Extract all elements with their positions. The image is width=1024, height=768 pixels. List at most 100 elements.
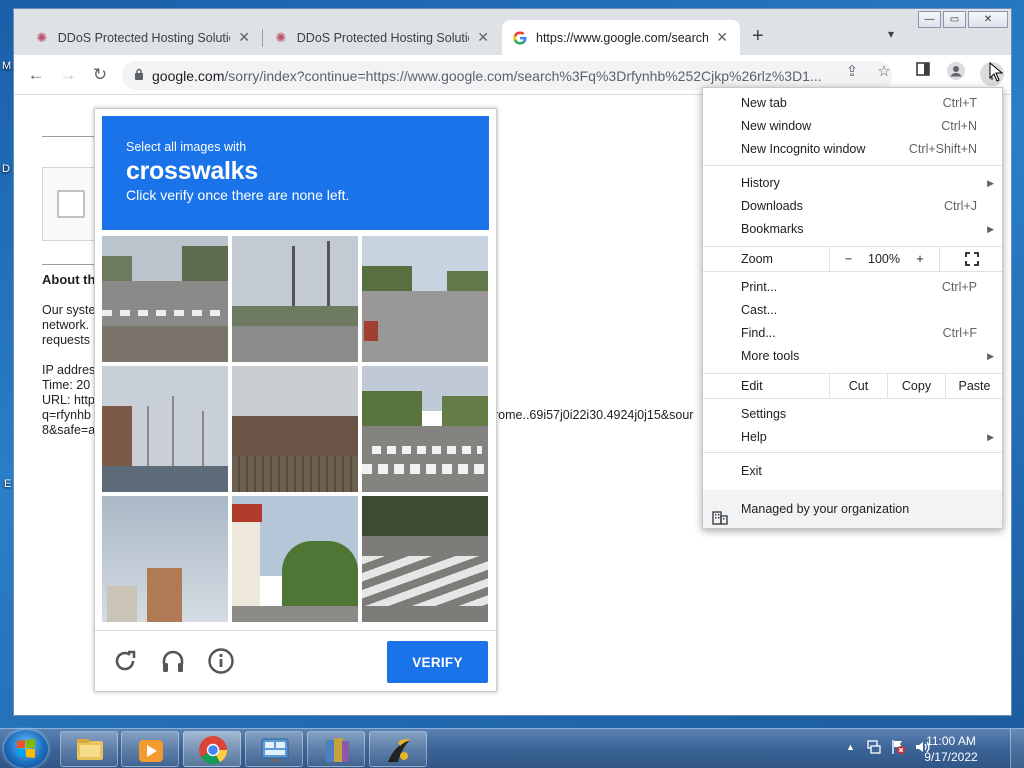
body-line: network.: [42, 318, 90, 332]
tab-title: DDoS Protected Hosting Solution: [57, 30, 231, 45]
fullscreen-icon[interactable]: [939, 247, 1003, 271]
menu-cast[interactable]: Cast...: [703, 299, 1002, 322]
menu-more-tools[interactable]: More tools ▶: [703, 345, 1002, 368]
menu-label: New window: [741, 119, 812, 133]
action-center-flag-icon[interactable]: [890, 739, 906, 758]
taskbar-clock[interactable]: 11:00 AM 9/17/2022: [921, 733, 981, 765]
address-bar[interactable]: google.com/sorry/index?continue=https://…: [122, 61, 892, 90]
image-tile-marina[interactable]: [102, 366, 228, 492]
building-icon: [712, 502, 728, 540]
image-tile-house-roof[interactable]: [232, 366, 358, 492]
menu-help[interactable]: Help ▶: [703, 426, 1002, 449]
image-tile-apartments[interactable]: [102, 496, 228, 622]
menu-label: Zoom: [741, 252, 773, 266]
tab-1[interactable]: ✺ DDoS Protected Hosting Solution ✕: [24, 20, 262, 55]
menu-downloads[interactable]: Downloads Ctrl+J: [703, 195, 1002, 218]
url-host: google.com: [152, 67, 225, 84]
taskbar-control-panel-icon[interactable]: [245, 731, 303, 767]
url-text: google.com/sorry/index?continue=https://…: [152, 68, 842, 84]
menu-exit[interactable]: Exit: [703, 460, 1002, 483]
info-icon[interactable]: [207, 647, 235, 675]
body-line: requests: [42, 333, 90, 347]
submenu-arrow-icon: ▶: [987, 432, 994, 442]
close-tab-icon[interactable]: ✕: [714, 29, 730, 46]
image-tile-power-poles[interactable]: [232, 236, 358, 362]
image-tile-crosswalk-closeup[interactable]: [362, 496, 488, 622]
desktop-icon-fragment: D: [2, 163, 10, 175]
tab-2[interactable]: ✺ DDoS Protected Hosting Solution ✕: [263, 20, 501, 55]
about-heading: About th: [42, 272, 96, 287]
menu-label: Downloads: [741, 199, 803, 213]
side-panel-icon[interactable]: [913, 62, 933, 80]
tab-search-chevron-icon[interactable]: ▾: [888, 27, 894, 41]
submenu-arrow-icon: ▶: [987, 351, 994, 361]
maximize-button[interactable]: ▭: [943, 11, 966, 28]
menu-shortcut: Ctrl+T: [942, 96, 977, 110]
image-tile-house-trees[interactable]: [232, 496, 358, 622]
bookmark-star-icon[interactable]: ☆: [874, 62, 894, 80]
zoom-in-button[interactable]: +: [901, 247, 939, 271]
cut-button[interactable]: Cut: [829, 374, 887, 398]
reload-page-icon[interactable]: ↻: [88, 63, 112, 87]
challenge-subtext: Click verify once there are none left.: [126, 187, 350, 203]
menu-print[interactable]: Print... Ctrl+P: [703, 276, 1002, 299]
close-window-button[interactable]: ✕: [968, 11, 1008, 28]
taskbar-app-icon[interactable]: [369, 731, 427, 767]
challenge-instruction: Select all images with: [126, 140, 247, 154]
new-tab-icon[interactable]: +: [752, 25, 764, 48]
taskbar: ▲ 11:00 AM 9/17/2022: [0, 728, 1024, 768]
managed-by-org-item[interactable]: Managed by your organization: [703, 490, 1002, 528]
minimize-button[interactable]: —: [918, 11, 941, 28]
share-icon[interactable]: ⇪: [842, 62, 862, 80]
mouse-cursor-icon: [989, 62, 1003, 82]
show-hidden-icons-icon[interactable]: ▲: [846, 742, 855, 752]
back-arrow-icon[interactable]: ←: [24, 63, 48, 87]
recaptcha-challenge: Select all images with crosswalks Click …: [94, 108, 497, 692]
taskbar-chrome-icon[interactable]: [183, 731, 241, 767]
submenu-arrow-icon: ▶: [987, 224, 994, 234]
menu-label: More tools: [741, 349, 800, 363]
close-tab-icon[interactable]: ✕: [475, 29, 491, 46]
network-icon[interactable]: [866, 739, 882, 758]
menu-new-tab[interactable]: New tab Ctrl+T: [703, 92, 1002, 115]
menu-shortcut: Ctrl+J: [944, 199, 977, 213]
reload-icon[interactable]: [111, 647, 139, 675]
browser-window: ✺ DDoS Protected Hosting Solution ✕ ✺ DD…: [13, 8, 1012, 716]
tab-3-active[interactable]: https://www.google.com/search?q ✕: [502, 20, 740, 55]
body-line: URL: http: [42, 393, 95, 407]
copy-button[interactable]: Copy: [887, 374, 945, 398]
profile-avatar-icon[interactable]: [946, 62, 966, 84]
image-tile-street-crosswalk[interactable]: [102, 236, 228, 362]
start-button[interactable]: [4, 730, 48, 768]
taskbar-archive-icon[interactable]: [307, 731, 365, 767]
menu-find[interactable]: Find... Ctrl+F: [703, 322, 1002, 345]
close-tab-icon[interactable]: ✕: [236, 29, 252, 46]
divider: [42, 136, 102, 137]
menu-shortcut: Ctrl+Shift+N: [908, 142, 977, 156]
forward-arrow-icon[interactable]: →: [56, 63, 80, 87]
menu-label: Bookmarks: [741, 222, 804, 236]
show-desktop-button[interactable]: [1010, 729, 1024, 768]
menu-bookmarks[interactable]: Bookmarks ▶: [703, 218, 1002, 241]
image-tile-highway[interactable]: [362, 236, 488, 362]
headphones-icon[interactable]: [159, 647, 187, 675]
menu-new-incognito[interactable]: New Incognito window Ctrl+Shift+N: [703, 138, 1002, 161]
menu-separator: [703, 165, 1002, 166]
tab-strip: ✺ DDoS Protected Hosting Solution ✕ ✺ DD…: [14, 9, 1011, 55]
image-tile-intersection-crosswalk[interactable]: [362, 366, 488, 492]
taskbar-explorer-icon[interactable]: [60, 731, 118, 767]
clock-time: 11:00 AM: [926, 734, 976, 748]
recaptcha-checkbox[interactable]: [57, 190, 85, 218]
taskbar-media-player-icon[interactable]: [121, 731, 179, 767]
menu-edit-row: Edit Cut Copy Paste: [703, 373, 1002, 399]
menu-label: Settings: [741, 407, 787, 421]
menu-settings[interactable]: Settings: [703, 403, 1002, 426]
verify-button[interactable]: VERIFY: [387, 641, 488, 683]
zoom-out-button[interactable]: −: [829, 247, 867, 271]
menu-new-window[interactable]: New window Ctrl+N: [703, 115, 1002, 138]
paste-button[interactable]: Paste: [945, 374, 1003, 398]
menu-label: Exit: [741, 464, 762, 478]
zoom-level: 100%: [868, 252, 900, 266]
menu-history[interactable]: History ▶: [703, 172, 1002, 195]
virus-favicon-icon: ✺: [275, 29, 287, 45]
